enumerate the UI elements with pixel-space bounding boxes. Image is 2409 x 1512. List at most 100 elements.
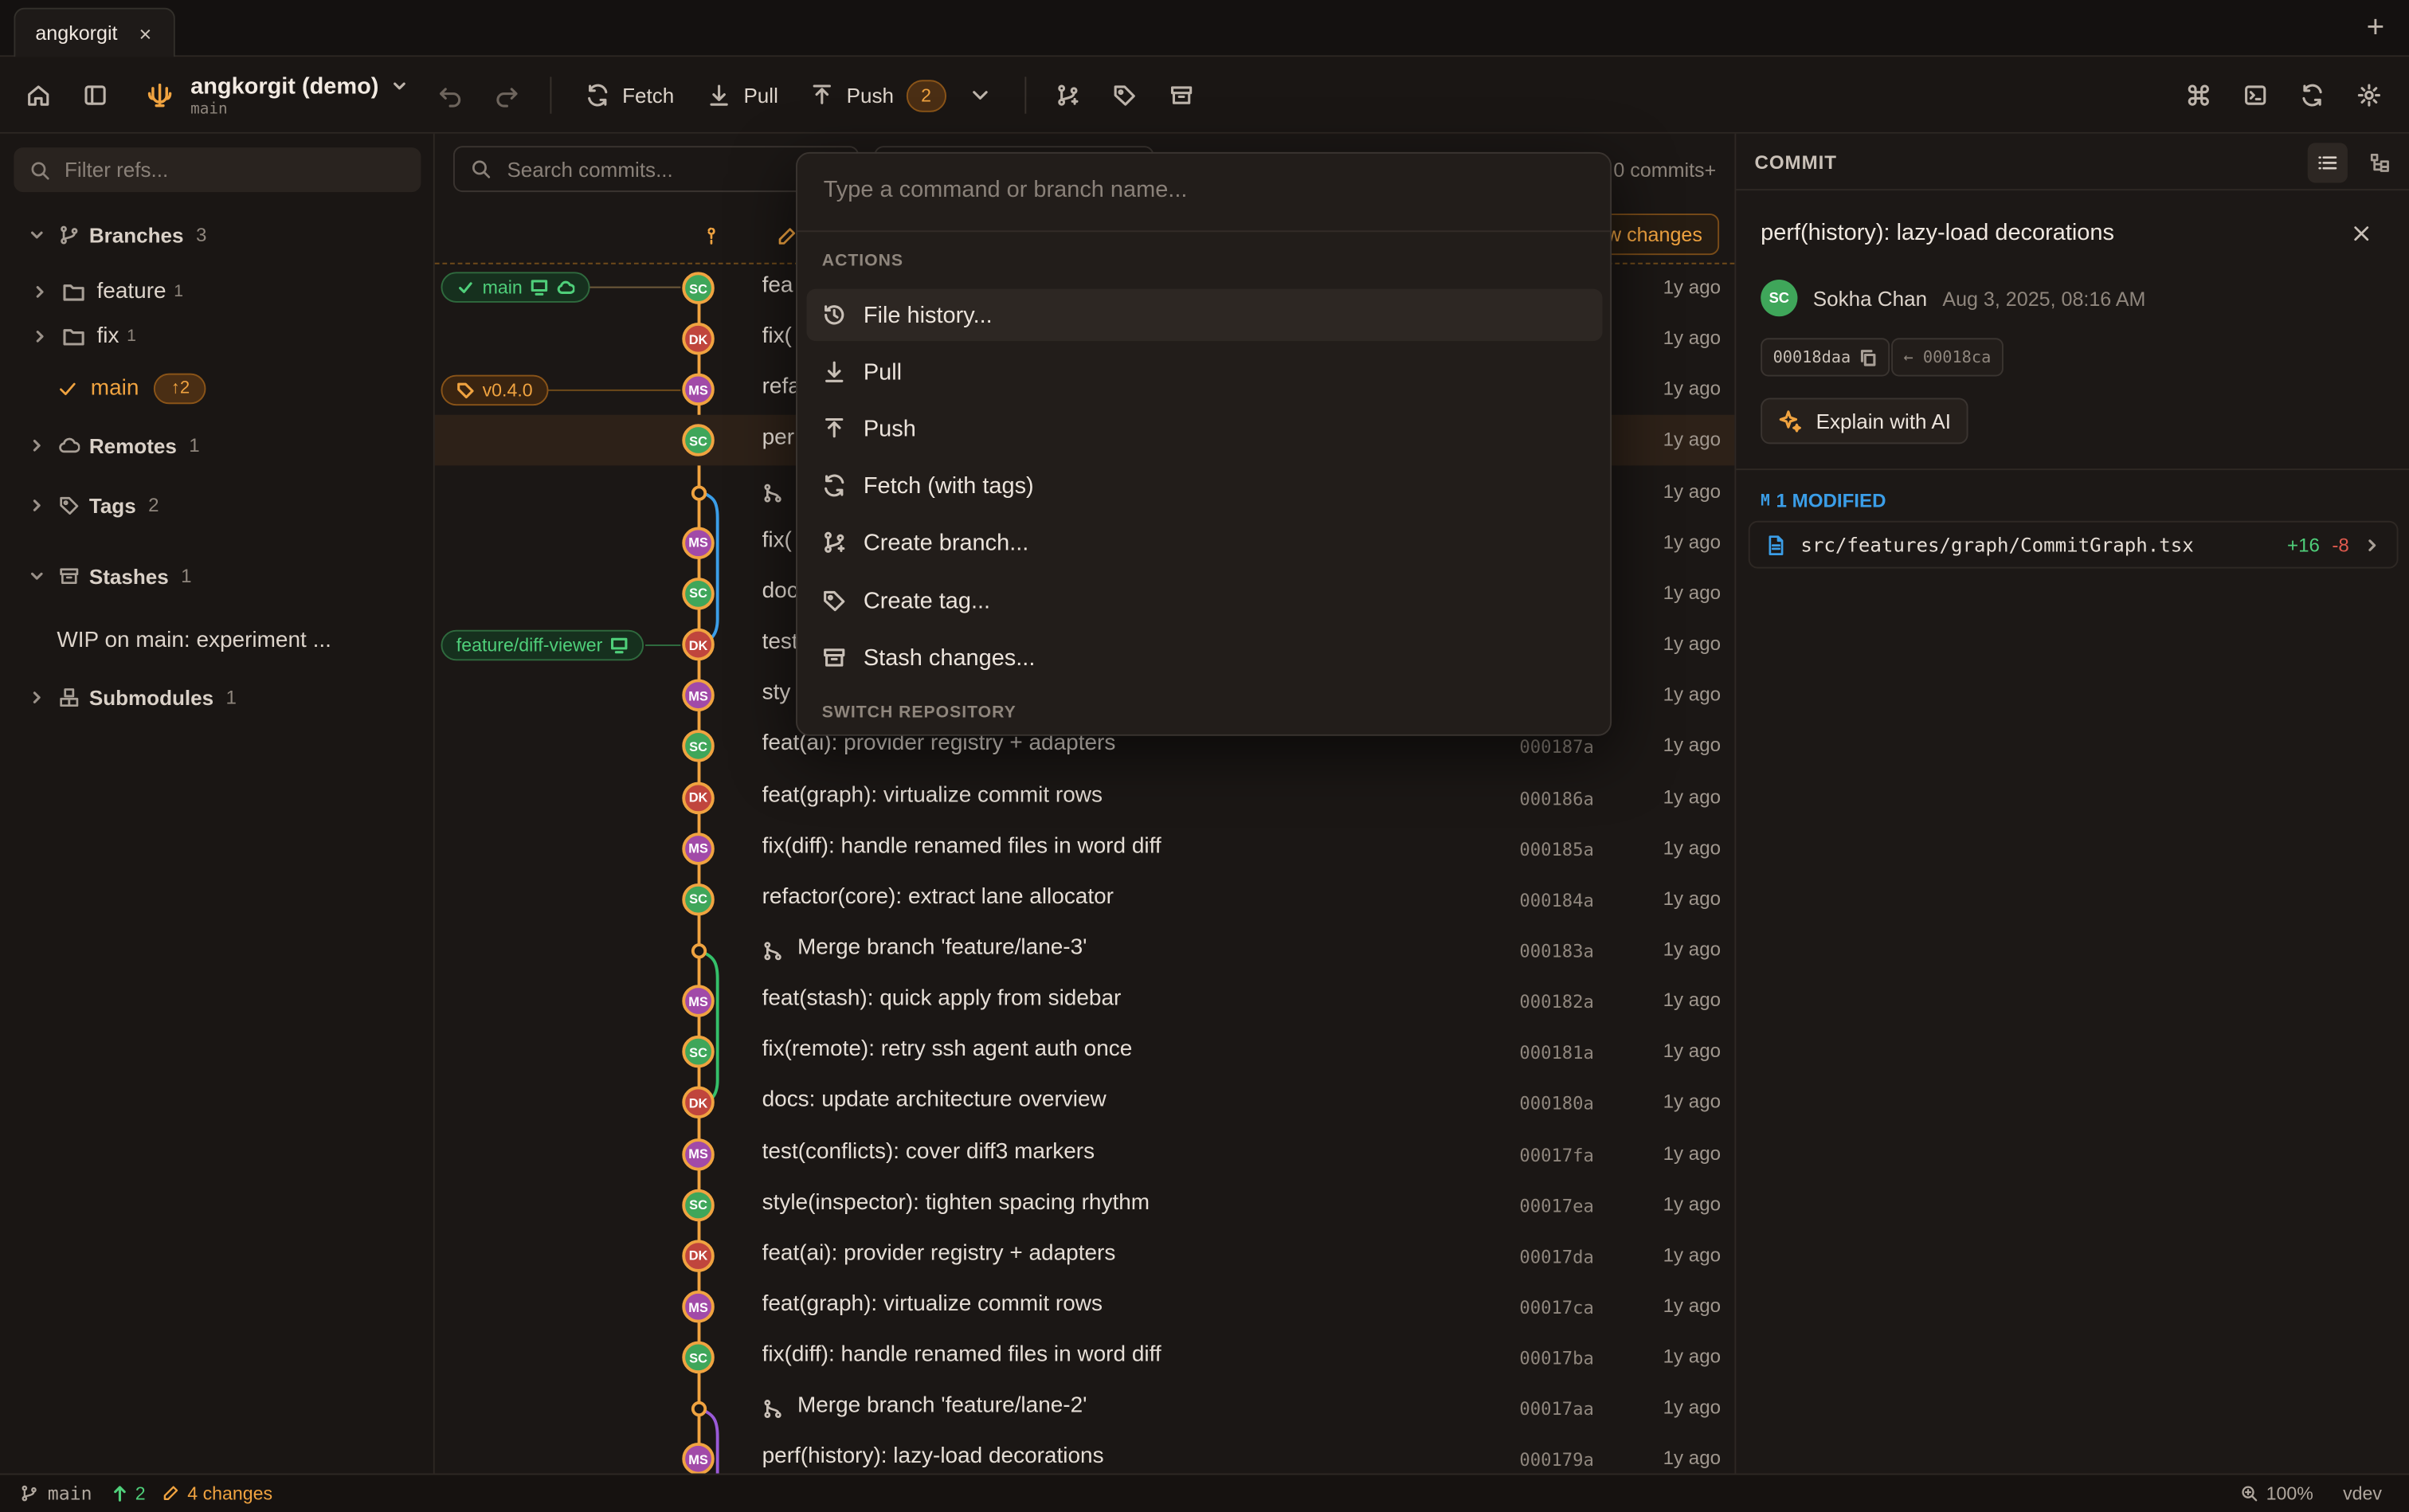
folder-icon — [63, 329, 84, 346]
repo-switcher[interactable]: angkorgit (demo) main — [190, 57, 408, 133]
commit-row[interactable]: SC fix(remote): retry ssh agent auth once… — [435, 1027, 1735, 1078]
commit-hash: 000187a — [1519, 736, 1594, 758]
explain-with-ai-button[interactable]: Explain with AI — [1761, 398, 1968, 445]
command-pull[interactable]: Pull — [807, 346, 1603, 398]
commit-hash-chip[interactable]: 00018daa — [1761, 338, 1890, 377]
commit-message: per — [762, 426, 795, 451]
avatar: MS — [682, 1443, 715, 1476]
pull-button[interactable]: Pull — [707, 57, 778, 133]
undo-icon[interactable] — [438, 57, 463, 133]
commit-row[interactable]: Merge branch 'feature/lane-2' 00017aa 1y a… — [435, 1383, 1735, 1434]
commit-hash: 00017ea — [1519, 1194, 1594, 1216]
commit-row[interactable]: SC style(inspector): tighten spacing rhyt… — [435, 1180, 1735, 1231]
tag-icon[interactable] — [1112, 57, 1137, 133]
commit-row[interactable]: DK docs: update architecture overview 0001… — [435, 1078, 1735, 1129]
command-push[interactable]: Push — [807, 402, 1603, 455]
commit-row[interactable]: MS feat(stash): quick apply from sidebar 0… — [435, 976, 1735, 1027]
commit-row[interactable]: MS fix(diff): handle renamed files in wor… — [435, 823, 1735, 874]
commit-row[interactable]: DK feat(graph): virtualize commit rows 000… — [435, 772, 1735, 823]
close-icon[interactable] — [2351, 223, 2372, 245]
sidebar-section-branches[interactable]: Branches 3 — [0, 213, 435, 257]
commit-message: fea — [762, 273, 793, 299]
commit-message: doc — [762, 578, 798, 604]
commit-age: 1y ago — [1663, 429, 1722, 451]
pencil-icon — [778, 228, 796, 245]
tab-angkorgit[interactable]: angkorgit × — [14, 7, 175, 57]
ref-badge-feature-diff-viewer[interactable]: feature/diff-viewer — [441, 629, 644, 661]
commit-row[interactable]: Merge branch 'feature/lane-3' 000183a 1y a… — [435, 925, 1735, 976]
parent-hash-chip[interactable]: ← 00018ca — [1891, 338, 2004, 377]
command-stash-changes[interactable]: Stash changes... — [807, 632, 1603, 684]
terminal-icon[interactable] — [2243, 57, 2268, 133]
status-branch[interactable]: main — [20, 1483, 92, 1504]
arrow-down-icon — [710, 84, 728, 106]
sidebar-section-remotes[interactable]: Remotes 1 — [0, 424, 435, 467]
commit-age: 1y ago — [1663, 480, 1722, 502]
avatar: SC — [682, 1036, 715, 1068]
push-options-chevron-icon[interactable] — [968, 57, 993, 133]
merge-node — [691, 1401, 707, 1417]
branch-icon — [61, 225, 78, 245]
status-changes[interactable]: 4 changes — [162, 1483, 272, 1504]
sidebar-folder-feature[interactable]: feature 1 — [0, 270, 435, 313]
archive-icon[interactable] — [1169, 57, 1194, 133]
commit-message: feat(ai): provider registry + adapters — [762, 1241, 1116, 1266]
sidebar-stash-item[interactable]: WIP on main: experiment ... — [0, 619, 435, 662]
redo-icon[interactable] — [495, 57, 519, 133]
status-branch-label: main — [47, 1483, 92, 1505]
tab-bar: angkorgit × + — [0, 0, 2409, 57]
fetch-button[interactable]: Fetch — [586, 57, 674, 133]
changed-file-row[interactable]: src/features/graph/CommitGraph.tsx +16 -… — [1748, 520, 2399, 569]
close-icon[interactable]: × — [139, 21, 152, 45]
cloud-icon — [59, 437, 80, 453]
branch-icon[interactable] — [1056, 57, 1080, 133]
commits-count: 0 commits+ — [1613, 158, 1717, 182]
remotes-count: 1 — [189, 434, 200, 456]
home-icon[interactable] — [26, 57, 51, 133]
commit-age: 1y ago — [1663, 684, 1722, 706]
settings-gear-icon[interactable] — [2356, 57, 2381, 133]
sidebar-section-submodules[interactable]: Submodules 1 — [0, 676, 435, 719]
ref-badge-main[interactable]: main — [441, 272, 590, 303]
commit-age: 1y ago — [1663, 1447, 1722, 1470]
lines-added: +16 — [2287, 534, 2320, 556]
command-create-branch[interactable]: Create branch... — [807, 516, 1603, 569]
commit-row[interactable]: SC refactor(core): extract lane allocator… — [435, 874, 1735, 925]
sidebar-toggle-icon[interactable] — [83, 57, 108, 133]
push-button[interactable]: Push 2 — [809, 57, 946, 133]
commit-age: 1y ago — [1663, 989, 1722, 1012]
ref-badge-tag[interactable]: v0.4.0 — [441, 374, 548, 406]
command-input[interactable]: Type a command or branch name... — [824, 177, 1188, 203]
command-create-tag[interactable]: Create tag... — [807, 574, 1603, 627]
commit-row[interactable]: DK feat(ai): provider registry + adapters… — [435, 1231, 1735, 1282]
filter-refs-input[interactable]: Filter refs... — [14, 147, 421, 193]
pencil-icon — [163, 1486, 178, 1500]
stashes-label: Stashes — [88, 564, 169, 588]
tree-view-icon[interactable] — [2360, 143, 2399, 182]
sidebar-section-stashes[interactable]: Stashes 1 — [0, 554, 435, 597]
avatar: SC — [682, 1189, 715, 1221]
list-view-icon[interactable] — [2307, 143, 2348, 183]
commit-row[interactable]: MS test(conflicts): cover diff3 markers 00… — [435, 1129, 1735, 1180]
chevron-right-icon — [36, 331, 44, 343]
commit-message: Merge branch 'feature/lane-3' — [797, 935, 1087, 961]
sidebar-section-tags[interactable]: Tags 2 — [0, 484, 435, 527]
commit-row[interactable]: MS feat(graph): virtualize commit rows 000… — [435, 1281, 1735, 1332]
command-label: Create tag... — [863, 587, 991, 614]
zoom-level[interactable]: 100% — [2240, 1483, 2313, 1504]
commit-row[interactable]: SC fix(diff): handle renamed files in wor… — [435, 1332, 1735, 1383]
sidebar-branch-main[interactable]: main ↑2 — [0, 367, 435, 410]
parent-hash: ← 00018ca — [1903, 347, 1992, 366]
sidebar-folder-fix[interactable]: fix 1 — [0, 315, 435, 358]
command-fetch-with-tags[interactable]: Fetch (with tags) — [807, 460, 1603, 512]
remotes-label: Remotes — [88, 433, 177, 457]
new-tab-button[interactable]: + — [2367, 12, 2385, 43]
status-ahead[interactable]: 2 — [111, 1483, 146, 1504]
refresh-icon[interactable] — [2300, 57, 2325, 133]
avatar: SC — [682, 272, 715, 304]
tab-title: angkorgit — [35, 22, 118, 45]
commit-message: test — [762, 629, 798, 655]
command-icon[interactable] — [2186, 57, 2211, 133]
command-file-history[interactable]: File history... — [806, 288, 1603, 342]
commit-hash: 000183a — [1519, 940, 1594, 962]
